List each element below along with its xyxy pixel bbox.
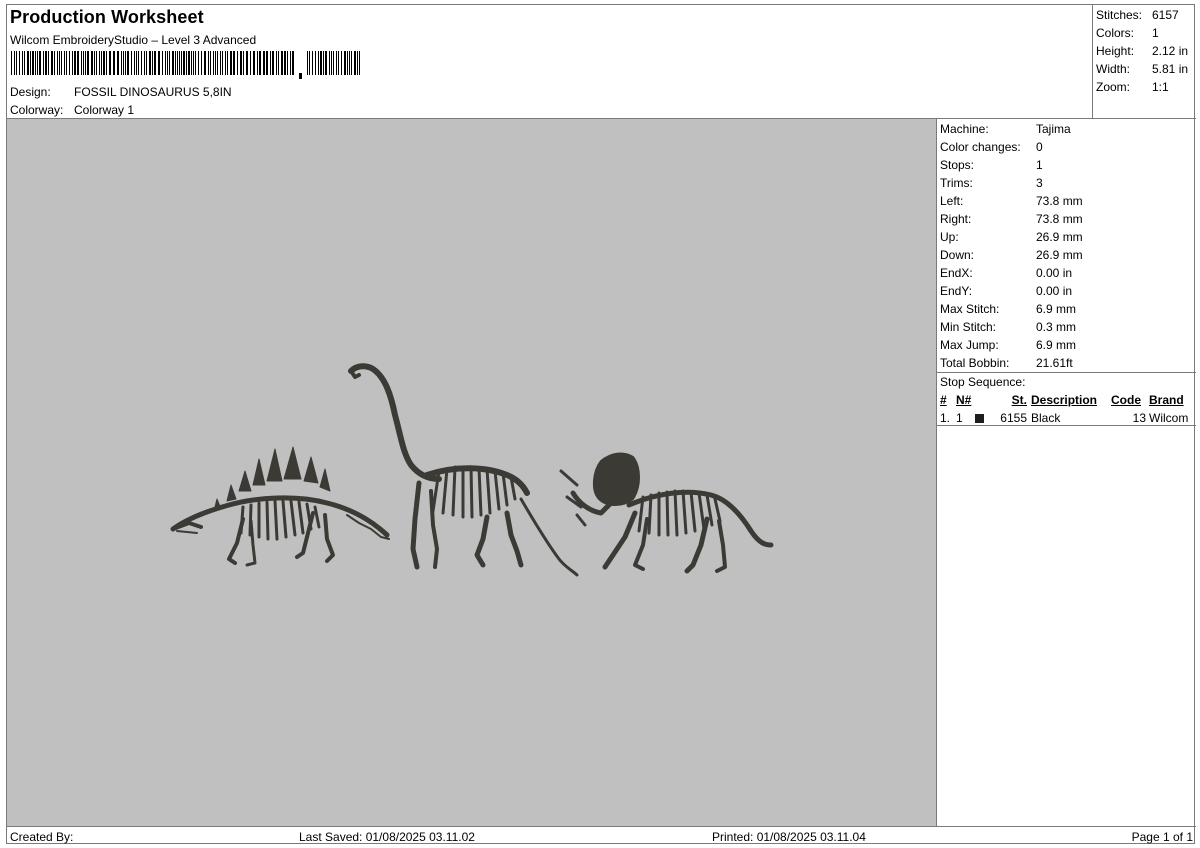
stat-value: 0 bbox=[1036, 140, 1043, 154]
sauropod-skeleton bbox=[348, 363, 579, 577]
stat-row: Max Jump: 6.9 mm bbox=[937, 336, 1196, 354]
stat-label: EndY: bbox=[940, 284, 973, 298]
colorway-row: Colorway: Colorway 1 bbox=[10, 103, 134, 117]
stat-value: 3 bbox=[1036, 176, 1043, 190]
stat-row: EndY: 0.00 in bbox=[937, 282, 1196, 300]
divider bbox=[937, 425, 1196, 426]
colorway-value: Colorway 1 bbox=[74, 103, 135, 117]
stat-row: Trims: 3 bbox=[937, 174, 1196, 192]
summary-zoom: Zoom: 1:1 bbox=[1096, 80, 1169, 94]
software-subtitle: Wilcom EmbroideryStudio – Level 3 Advanc… bbox=[10, 33, 257, 47]
summary-width: Width: 5.81 in bbox=[1096, 62, 1189, 76]
stat-value: 0.3 mm bbox=[1036, 320, 1077, 334]
col-code: Code bbox=[1111, 393, 1141, 407]
stat-value: 26.9 mm bbox=[1036, 248, 1083, 262]
stat-value: 73.8 mm bbox=[1036, 212, 1083, 226]
stat-label: Max Stitch: bbox=[940, 302, 1000, 316]
barcode bbox=[11, 51, 360, 79]
summary-panel: Stitches: 6157 Colors: 1 Height: 2.12 in Wi… bbox=[1093, 5, 1196, 119]
stat-value: 1 bbox=[1036, 158, 1043, 172]
machine-stats: Machine: Tajima Color changes: 0 Stops: 1 Trim… bbox=[937, 119, 1196, 373]
stat-value: 21.61ft bbox=[1036, 356, 1073, 370]
side-info-panel: Machine: Tajima Color changes: 0 Stops: 1 Trim… bbox=[937, 119, 1196, 826]
stat-label: Machine: bbox=[940, 122, 989, 136]
colorway-label: Colorway: bbox=[10, 103, 64, 117]
worksheet-frame: Production Worksheet Wilcom EmbroiderySt… bbox=[6, 4, 1196, 845]
col-num: # bbox=[940, 393, 947, 407]
stat-row: Right: 73.8 mm bbox=[937, 210, 1196, 228]
stat-row: Color changes: 0 bbox=[937, 138, 1196, 156]
stat-label: Stops: bbox=[940, 158, 975, 172]
stat-label: Left: bbox=[940, 194, 964, 208]
stat-row: Total Bobbin: 21.61ft bbox=[937, 354, 1196, 372]
stop-sequence-table: # N# St. Description Code Brand 1. 1 615… bbox=[940, 391, 1192, 427]
stat-row: Min Stitch: 0.3 mm bbox=[937, 318, 1196, 336]
design-value: FOSSIL DINOSAURUS 5,8IN bbox=[74, 85, 232, 99]
embroidery-preview bbox=[170, 363, 774, 577]
printed-date: Printed: 01/08/2025 03.11.04 bbox=[712, 830, 866, 844]
stat-value: 6.9 mm bbox=[1036, 302, 1077, 316]
col-n: N# bbox=[956, 393, 972, 407]
summary-stitches: Stitches: 6157 bbox=[1096, 8, 1179, 22]
design-label: Design: bbox=[10, 85, 51, 99]
worksheet-footer: Created By: Last Saved: 01/08/2025 03.11… bbox=[7, 826, 1196, 845]
design-preview-canvas bbox=[7, 119, 937, 826]
stat-row: Left: 73.8 mm bbox=[937, 192, 1196, 210]
stegosaurus-skeleton bbox=[170, 446, 390, 567]
color-swatch bbox=[974, 414, 984, 424]
page-title: Production Worksheet bbox=[10, 7, 204, 27]
stat-row: Down: 26.9 mm bbox=[937, 246, 1196, 264]
stat-label: Down: bbox=[940, 248, 975, 262]
stat-value: 0.00 in bbox=[1036, 284, 1073, 298]
summary-colors: Colors: 1 bbox=[1096, 26, 1159, 40]
stat-value: 6.9 mm bbox=[1036, 338, 1077, 352]
stat-value: 26.9 mm bbox=[1036, 230, 1083, 244]
stat-row: Max Stitch: 6.9 mm bbox=[937, 300, 1196, 318]
stop-sequence: Stop Sequence: # N# St. Description Code… bbox=[937, 373, 1196, 427]
worksheet-header: Production Worksheet Wilcom EmbroiderySt… bbox=[7, 5, 1093, 119]
col-brand: Brand bbox=[1149, 393, 1184, 407]
stat-label: Color changes: bbox=[940, 140, 1021, 154]
stat-label: Max Jump: bbox=[940, 338, 999, 352]
col-st: St. bbox=[1011, 393, 1027, 407]
col-description: Description bbox=[1031, 393, 1098, 407]
triceratops-skeleton bbox=[559, 452, 774, 574]
stat-label: Right: bbox=[940, 212, 972, 226]
stat-label: Up: bbox=[940, 230, 959, 244]
stat-value: 73.8 mm bbox=[1036, 194, 1083, 208]
stat-row: Machine: Tajima bbox=[937, 120, 1196, 138]
stat-label: EndX: bbox=[940, 266, 973, 280]
stat-label: Total Bobbin: bbox=[940, 356, 1010, 370]
stat-value: Tajima bbox=[1036, 122, 1071, 136]
stop-sequence-caption: Stop Sequence: bbox=[940, 375, 1026, 389]
stop-sequence-header-row: # N# St. Description Code Brand bbox=[940, 391, 1192, 409]
stat-row: Stops: 1 bbox=[937, 156, 1196, 174]
stat-value: 0.00 in bbox=[1036, 266, 1073, 280]
summary-height: Height: 2.12 in bbox=[1096, 44, 1189, 58]
stat-row: EndX: 0.00 in bbox=[937, 264, 1196, 282]
last-saved: Last Saved: 01/08/2025 03.11.02 bbox=[299, 830, 475, 844]
created-by: Created By: bbox=[10, 830, 74, 844]
design-row: Design: FOSSIL DINOSAURUS 5,8IN bbox=[10, 85, 232, 99]
stat-label: Trims: bbox=[940, 176, 973, 190]
page-number: Page 1 of 1 bbox=[1131, 830, 1193, 844]
stat-row: Up: 26.9 mm bbox=[937, 228, 1196, 246]
stat-label: Min Stitch: bbox=[940, 320, 997, 334]
